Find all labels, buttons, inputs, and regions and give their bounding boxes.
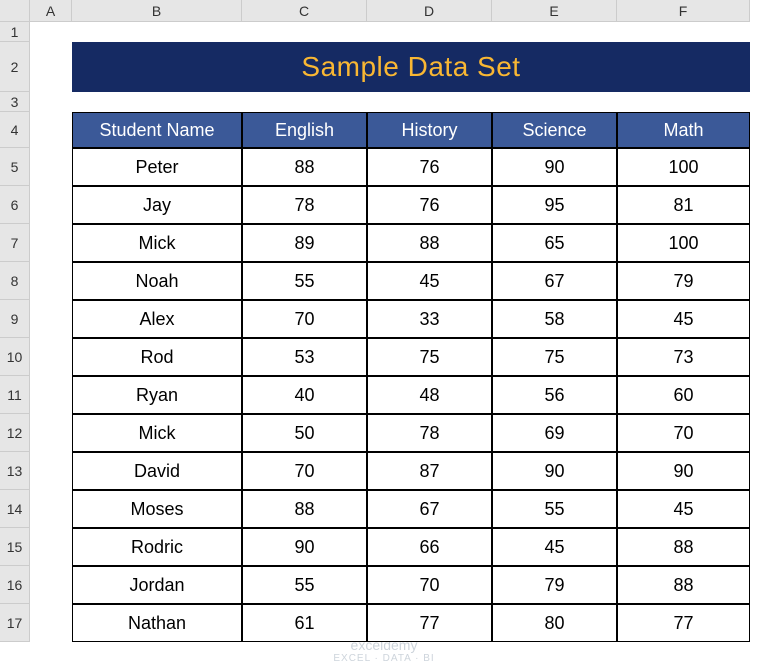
col-header-D[interactable]: D xyxy=(367,0,492,22)
cell-r11-c1[interactable]: 40 xyxy=(242,376,367,414)
row-header-16[interactable]: 16 xyxy=(0,566,30,604)
cell-r14-c2[interactable]: 67 xyxy=(367,490,492,528)
title-cell[interactable]: Sample Data Set xyxy=(72,42,750,92)
cell-r9-c3[interactable]: 58 xyxy=(492,300,617,338)
cell-r7-c3[interactable]: 65 xyxy=(492,224,617,262)
row-header-3[interactable]: 3 xyxy=(0,92,30,112)
header-history[interactable]: History xyxy=(367,112,492,148)
cell-r12-c4[interactable]: 70 xyxy=(617,414,750,452)
cell-r9-c4[interactable]: 45 xyxy=(617,300,750,338)
row-header-11[interactable]: 11 xyxy=(0,376,30,414)
cell-r9-c0[interactable]: Alex xyxy=(72,300,242,338)
cell-r9-c1[interactable]: 70 xyxy=(242,300,367,338)
cell-r10-c4[interactable]: 73 xyxy=(617,338,750,376)
cell-r14-c1[interactable]: 88 xyxy=(242,490,367,528)
cell-r6-c0[interactable]: Jay xyxy=(72,186,242,224)
cell-r10-c2[interactable]: 75 xyxy=(367,338,492,376)
cell-r17-c1[interactable]: 61 xyxy=(242,604,367,642)
header-student-name[interactable]: Student Name xyxy=(72,112,242,148)
row-header-17[interactable]: 17 xyxy=(0,604,30,642)
cell-r16-c2[interactable]: 70 xyxy=(367,566,492,604)
cell-r11-c0[interactable]: Ryan xyxy=(72,376,242,414)
col-header-F[interactable]: F xyxy=(617,0,750,22)
cell-r11-c2[interactable]: 48 xyxy=(367,376,492,414)
cell-r16-c0[interactable]: Jordan xyxy=(72,566,242,604)
cell-r10-c0[interactable]: Rod xyxy=(72,338,242,376)
header-science[interactable]: Science xyxy=(492,112,617,148)
cell-r12-c0[interactable]: Mick xyxy=(72,414,242,452)
cell-r10-c3[interactable]: 75 xyxy=(492,338,617,376)
cell-r6-c2[interactable]: 76 xyxy=(367,186,492,224)
cell-r13-c2[interactable]: 87 xyxy=(367,452,492,490)
col-header-B[interactable]: B xyxy=(72,0,242,22)
cell-r7-c4[interactable]: 100 xyxy=(617,224,750,262)
cell-r14-c4[interactable]: 45 xyxy=(617,490,750,528)
cell-r17-c4[interactable]: 77 xyxy=(617,604,750,642)
row-header-6[interactable]: 6 xyxy=(0,186,30,224)
row-header-14[interactable]: 14 xyxy=(0,490,30,528)
watermark-tag: EXCEL · DATA · BI xyxy=(333,653,434,664)
cell-r6-c1[interactable]: 78 xyxy=(242,186,367,224)
cell-r8-c4[interactable]: 79 xyxy=(617,262,750,300)
cell-r10-c1[interactable]: 53 xyxy=(242,338,367,376)
cell-r13-c3[interactable]: 90 xyxy=(492,452,617,490)
row-header-12[interactable]: 12 xyxy=(0,414,30,452)
cell-r11-c4[interactable]: 60 xyxy=(617,376,750,414)
col-header-A[interactable]: A xyxy=(30,0,72,22)
cell-r8-c3[interactable]: 67 xyxy=(492,262,617,300)
header-english[interactable]: English xyxy=(242,112,367,148)
col-header-E[interactable]: E xyxy=(492,0,617,22)
row-header-2[interactable]: 2 xyxy=(0,42,30,92)
cell-r7-c2[interactable]: 88 xyxy=(367,224,492,262)
row-header-7[interactable]: 7 xyxy=(0,224,30,262)
cell-r15-c4[interactable]: 88 xyxy=(617,528,750,566)
row-header-1[interactable]: 1 xyxy=(0,22,30,42)
cell-r5-c1[interactable]: 88 xyxy=(242,148,367,186)
cell-r13-c0[interactable]: David xyxy=(72,452,242,490)
row-header-4[interactable]: 4 xyxy=(0,112,30,148)
cell-r5-c2[interactable]: 76 xyxy=(367,148,492,186)
cell-r5-c3[interactable]: 90 xyxy=(492,148,617,186)
cell-r12-c1[interactable]: 50 xyxy=(242,414,367,452)
cell-r15-c0[interactable]: Rodric xyxy=(72,528,242,566)
spreadsheet: { "columns": ["A","B","C","D","E","F"], … xyxy=(0,0,768,668)
cell-r7-c0[interactable]: Mick xyxy=(72,224,242,262)
row-header-10[interactable]: 10 xyxy=(0,338,30,376)
cell-r16-c4[interactable]: 88 xyxy=(617,566,750,604)
select-all-corner[interactable] xyxy=(0,0,30,22)
cell-r13-c1[interactable]: 70 xyxy=(242,452,367,490)
cell-r5-c4[interactable]: 100 xyxy=(617,148,750,186)
cell-r12-c2[interactable]: 78 xyxy=(367,414,492,452)
cell-r14-c3[interactable]: 55 xyxy=(492,490,617,528)
cell-r8-c1[interactable]: 55 xyxy=(242,262,367,300)
cell-r9-c2[interactable]: 33 xyxy=(367,300,492,338)
cell-r17-c0[interactable]: Nathan xyxy=(72,604,242,642)
cell-r16-c1[interactable]: 55 xyxy=(242,566,367,604)
row-header-9[interactable]: 9 xyxy=(0,300,30,338)
cell-r11-c3[interactable]: 56 xyxy=(492,376,617,414)
cell-r6-c4[interactable]: 81 xyxy=(617,186,750,224)
cell-r8-c0[interactable]: Noah xyxy=(72,262,242,300)
cell-r7-c1[interactable]: 89 xyxy=(242,224,367,262)
cell-r16-c3[interactable]: 79 xyxy=(492,566,617,604)
col-header-C[interactable]: C xyxy=(242,0,367,22)
header-math[interactable]: Math xyxy=(617,112,750,148)
cell-r17-c2[interactable]: 77 xyxy=(367,604,492,642)
row-header-8[interactable]: 8 xyxy=(0,262,30,300)
cell-r15-c2[interactable]: 66 xyxy=(367,528,492,566)
cell-r12-c3[interactable]: 69 xyxy=(492,414,617,452)
row-header-15[interactable]: 15 xyxy=(0,528,30,566)
cell-r14-c0[interactable]: Moses xyxy=(72,490,242,528)
cell-r8-c2[interactable]: 45 xyxy=(367,262,492,300)
cell-r15-c3[interactable]: 45 xyxy=(492,528,617,566)
cell-r6-c3[interactable]: 95 xyxy=(492,186,617,224)
cell-r5-c0[interactable]: Peter xyxy=(72,148,242,186)
cell-r15-c1[interactable]: 90 xyxy=(242,528,367,566)
cell-r13-c4[interactable]: 90 xyxy=(617,452,750,490)
row-header-13[interactable]: 13 xyxy=(0,452,30,490)
cell-r17-c3[interactable]: 80 xyxy=(492,604,617,642)
row-header-5[interactable]: 5 xyxy=(0,148,30,186)
